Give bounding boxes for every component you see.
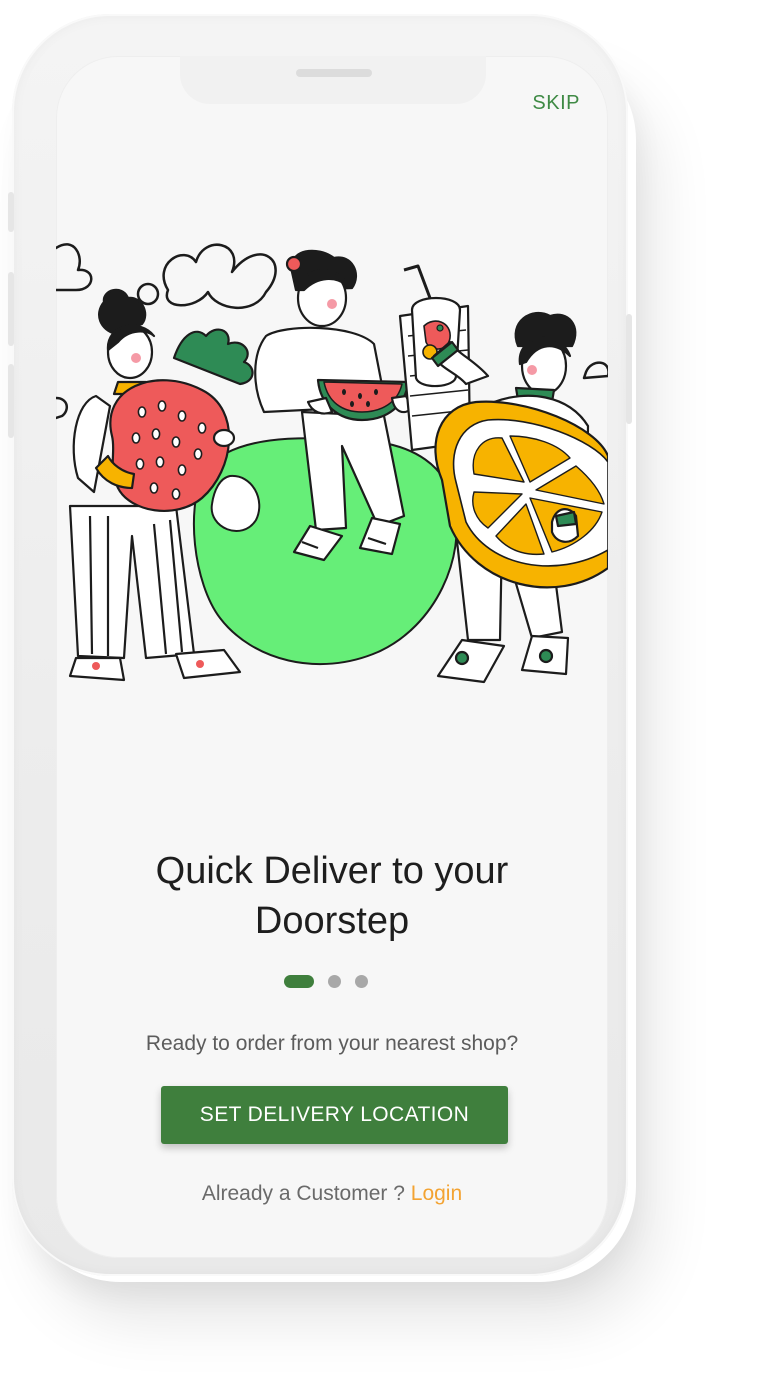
login-link[interactable]: Login [411,1182,462,1205]
page-dot-2[interactable] [328,974,341,988]
power-button [626,314,632,424]
onboarding-title: Quick Deliver to your Doorstep [56,846,608,946]
set-delivery-location-button[interactable]: SET DELIVERY LOCATION [161,1086,508,1144]
page-indicator [284,974,368,988]
page-dot-1-active[interactable] [284,974,314,988]
speaker-grille [296,69,372,77]
phone-frame: SKIP Quick Deliver to your Doorstep Read… [8,14,632,1276]
skip-button[interactable]: SKIP [532,92,580,115]
notch [180,56,486,104]
page-dot-3[interactable] [355,974,368,988]
people-with-fruits-illustration [56,243,608,684]
login-prompt-text: Already a Customer ? [201,1182,405,1205]
login-prompt: Already a Customer ? Login [56,1182,608,1206]
onboarding-screen: SKIP Quick Deliver to your Doorstep Read… [56,56,608,1258]
volume-down-button [8,364,14,438]
title-line-1: Quick Deliver to your [155,850,509,892]
title-line-2: Doorstep [254,900,410,942]
mute-switch [8,192,14,232]
volume-up-button [8,272,14,346]
onboarding-subtitle: Ready to order from your nearest shop? [145,1032,519,1055]
